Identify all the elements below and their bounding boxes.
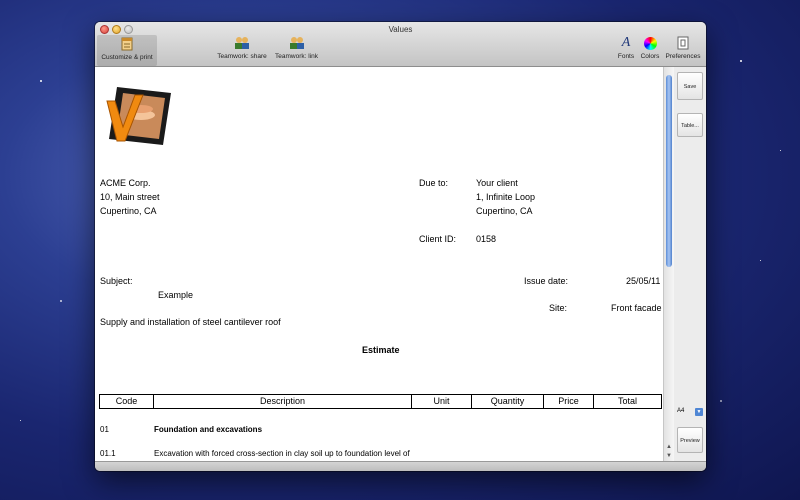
subject-value: Example — [158, 290, 194, 300]
row-description: Foundation and excavations — [154, 425, 263, 434]
teamwork-link-button[interactable]: Teamwork: link — [269, 35, 324, 60]
teamwork-link-label: Teamwork: link — [275, 53, 318, 60]
company-street: 10, Main street — [100, 192, 160, 202]
customize-print-button[interactable]: Customize & print — [97, 35, 157, 66]
subject-label: Subject: — [100, 276, 133, 286]
star — [760, 260, 761, 261]
side-panel: Save as... Table... A4 ▼ Preview — [674, 67, 706, 461]
preferences-button[interactable]: Preferences — [663, 35, 703, 60]
preview-button[interactable]: Preview — [677, 427, 703, 453]
site-label: Site: — [549, 303, 568, 313]
table-button[interactable]: Table... — [677, 113, 703, 137]
column-unit: Unit — [412, 395, 472, 408]
app-window: Values Customize & print Teamwork: share… — [95, 22, 706, 471]
column-price: Price — [544, 395, 594, 408]
column-quantity: Quantity — [472, 395, 544, 408]
people-link-icon — [289, 35, 305, 51]
document-page[interactable]: ACME Corp. 10, Main street Cupertino, CA… — [95, 67, 673, 461]
estimate-heading: Estimate — [362, 345, 400, 355]
window-title: Values — [388, 25, 413, 34]
star — [740, 60, 742, 62]
teamwork-share-label: Teamwork: share — [217, 53, 267, 60]
scroll-thumb[interactable] — [666, 75, 672, 267]
column-description: Description — [154, 395, 412, 408]
scroll-up-arrow-icon[interactable]: ▲ — [666, 444, 672, 450]
row-code: 01.1 — [100, 449, 116, 458]
site-value: Front facade — [611, 303, 662, 313]
client-street: 1, Infinite Loop — [476, 192, 536, 202]
table-header: Code Description Unit Quantity Price Tot… — [99, 394, 662, 409]
colors-label: Colors — [640, 53, 660, 60]
teamwork-share-button[interactable]: Teamwork: share — [213, 35, 271, 60]
fonts-button[interactable]: A Fonts — [615, 35, 637, 60]
fonts-label: Fonts — [617, 53, 635, 60]
row-description: Excavation with forced cross-section in … — [154, 449, 410, 458]
status-bar — [95, 461, 706, 471]
column-code: Code — [100, 395, 154, 408]
dropdown-arrow-icon: ▼ — [695, 408, 703, 416]
people-share-icon — [234, 35, 250, 51]
app-logo — [103, 85, 171, 149]
document-icon — [119, 36, 135, 52]
titlebar: Values Customize & print Teamwork: share… — [95, 22, 706, 67]
fonts-icon: A — [621, 35, 631, 50]
client-id-value: 0158 — [476, 234, 497, 244]
page-size-select[interactable]: A4 ▼ — [677, 408, 703, 417]
save-as-button[interactable]: Save as... — [677, 72, 703, 118]
page-size-value: A4 — [677, 408, 685, 414]
star — [20, 420, 21, 421]
star — [60, 300, 62, 302]
star — [780, 150, 781, 151]
issue-date-value: 25/05/11 — [626, 276, 661, 286]
due-to-label: Due to: — [419, 178, 449, 188]
company-name: ACME Corp. — [100, 178, 151, 188]
customize-print-label: Customize & print — [101, 54, 153, 61]
color-wheel-icon — [642, 35, 658, 51]
scroll-down-arrow-icon[interactable]: ▼ — [666, 453, 672, 459]
client-id-label: Client ID: — [419, 234, 457, 244]
job-description: Supply and installation of steel cantile… — [100, 317, 281, 327]
colors-button[interactable]: Colors — [638, 35, 662, 60]
client-name: Your client — [476, 178, 518, 188]
row-code: 01 — [100, 425, 109, 434]
client-city: Cupertino, CA — [476, 206, 533, 216]
vertical-scrollbar[interactable]: ▲ ▼ — [663, 67, 674, 461]
column-total: Total — [617, 396, 637, 406]
star — [40, 80, 42, 82]
preferences-label: Preferences — [665, 53, 701, 60]
issue-date-label: Issue date: — [524, 276, 569, 286]
star — [720, 400, 722, 402]
preferences-icon — [675, 35, 691, 51]
company-city: Cupertino, CA — [100, 206, 157, 216]
